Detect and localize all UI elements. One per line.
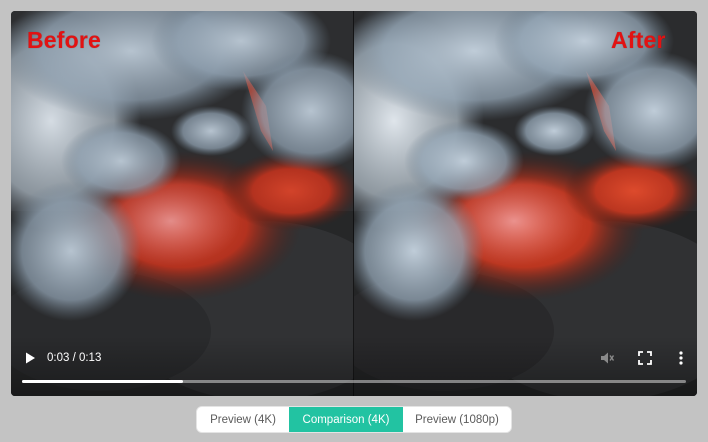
tab-preview-1080p[interactable]: Preview (1080p) [403,407,511,432]
before-label: Before [27,27,102,53]
video-controls: 0:03 / 0:13 [11,336,697,396]
volume-muted-icon[interactable] [599,350,615,366]
fullscreen-icon[interactable] [637,350,653,366]
tab-comparison-4k[interactable]: Comparison (4K) [289,407,403,432]
progress-bar[interactable] [22,380,686,383]
play-icon[interactable] [23,351,37,365]
preview-tabs: Preview (4K) Comparison (4K) Preview (10… [196,406,512,433]
after-label: After [611,27,666,53]
tab-preview-4k[interactable]: Preview (4K) [197,407,289,432]
progress-fill [22,380,183,383]
video-player[interactable]: Before After 0:03 / 0:13 [11,11,697,396]
time-display: 0:03 / 0:13 [47,352,102,364]
more-vertical-icon[interactable] [673,350,689,366]
